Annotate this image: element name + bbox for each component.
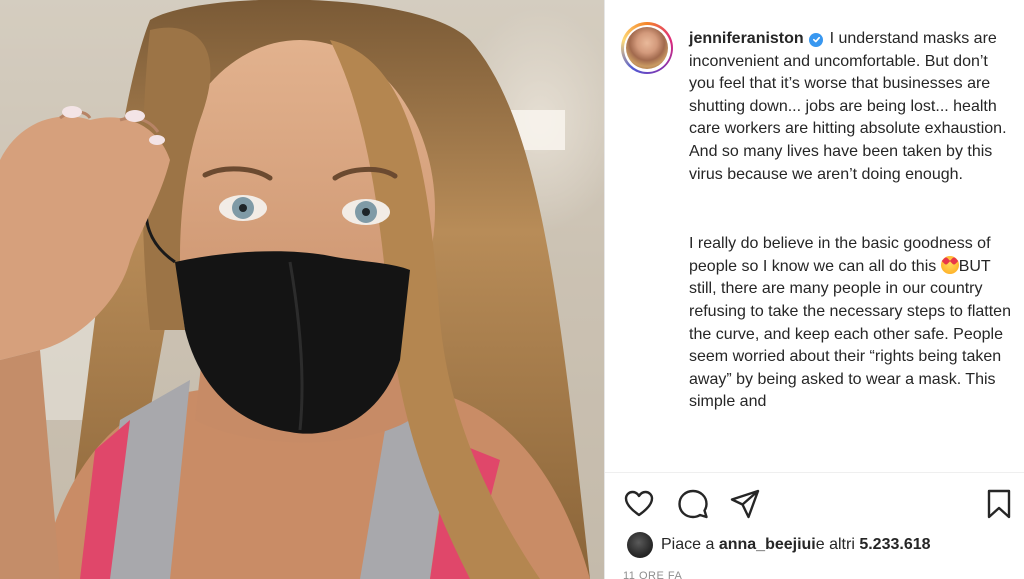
profile-avatar[interactable] (621, 22, 673, 74)
comment-bubble-icon (678, 489, 708, 519)
likes-row: Piace a anna_beejiui e altri 5.233.618 (621, 532, 931, 558)
comment-button[interactable] (675, 486, 711, 522)
caption-text-2b: BUT still, there are many people in our … (689, 257, 1011, 411)
post-panel: jenniferaniston I understand masks are i… (604, 0, 1024, 579)
share-button[interactable] (727, 486, 763, 522)
likes-middle: e altri (815, 536, 855, 553)
username-link[interactable]: jenniferaniston (689, 30, 804, 47)
divider (605, 472, 1024, 473)
save-button[interactable] (981, 486, 1017, 522)
like-button[interactable] (621, 486, 657, 522)
action-bar (621, 484, 1017, 524)
selfie-with-mask-image (0, 0, 604, 579)
post-caption: jenniferaniston I understand masks are i… (689, 28, 1017, 414)
caption-text-1: I understand masks are inconvenient and … (689, 30, 1007, 183)
liker-username-link[interactable]: anna_beejiui (719, 536, 816, 554)
likes-prefix: Piace a (661, 536, 715, 553)
bookmark-icon (987, 489, 1011, 519)
verified-badge-icon (809, 32, 824, 47)
heart-icon (624, 490, 654, 517)
likes-count-link[interactable]: 5.233.618 (859, 536, 930, 554)
liker-avatar[interactable] (627, 532, 653, 558)
post-timestamp: 11 ORE FA (623, 570, 683, 579)
paper-plane-icon (730, 489, 760, 519)
smiling-face-with-hearts-emoji-icon (940, 255, 959, 274)
avatar-photo (626, 27, 668, 69)
post-photo (0, 0, 604, 579)
